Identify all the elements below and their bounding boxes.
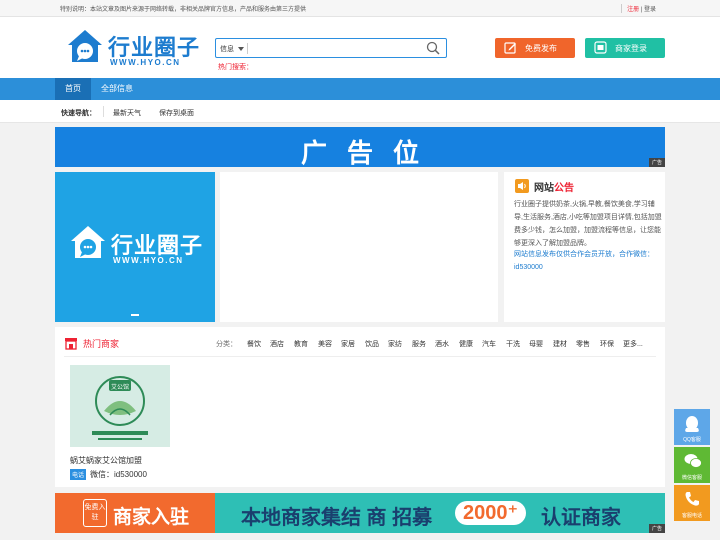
merchant-logo-image bbox=[92, 376, 148, 440]
house-logo-icon bbox=[68, 30, 102, 62]
category-item[interactable]: 环保 bbox=[600, 339, 614, 349]
image-slider[interactable]: 行业圈子 WWW.HYO.CN bbox=[55, 172, 215, 322]
phone-service-button[interactable]: 客服电话 bbox=[674, 485, 710, 521]
category-item[interactable]: 美容 bbox=[318, 339, 332, 349]
search-input[interactable] bbox=[251, 41, 421, 55]
house-logo-icon bbox=[71, 226, 105, 258]
category-item[interactable]: 酒水 bbox=[435, 339, 449, 349]
main-nav: 首页 全部信息 bbox=[0, 78, 720, 100]
category-item[interactable]: 汽车 bbox=[482, 339, 496, 349]
site-notice-contact[interactable]: 网站信息发布仅供合作会员开放，合作微信：id530000 bbox=[514, 248, 662, 274]
site-notice-title-a: 网站 bbox=[534, 183, 554, 194]
category-item[interactable]: 建材 bbox=[553, 339, 567, 349]
free-join-badge: 免费入驻 bbox=[83, 499, 107, 527]
merchant-phone-badge: 电话 bbox=[70, 469, 87, 480]
account-links-separator: | bbox=[640, 7, 643, 13]
category-item[interactable]: 餐饮 bbox=[247, 339, 261, 349]
category-item[interactable]: 母婴 bbox=[529, 339, 543, 349]
qq-service-label: QQ客服 bbox=[683, 437, 701, 443]
wechat-service-button[interactable]: 微信客服 bbox=[674, 447, 710, 483]
shop-icon bbox=[65, 338, 77, 350]
section-divider bbox=[64, 356, 656, 357]
search-category-select[interactable]: 信息 bbox=[220, 44, 234, 54]
quick-nav: 快速导航： 最新天气 保存到桌面 bbox=[0, 100, 720, 123]
join-banner-end: 认证商家 bbox=[541, 507, 621, 529]
slider-indicator[interactable] bbox=[131, 314, 139, 316]
category-item[interactable]: 教育 bbox=[294, 339, 308, 349]
merchant-image-sign: 艾公馆 bbox=[110, 385, 129, 391]
category-item[interactable]: 饮品 bbox=[365, 339, 379, 349]
site-header: 行业圈子 WWW.HYO.CN 信息 热门搜索： 免费发布 商家登录 bbox=[0, 17, 720, 78]
category-item[interactable]: 零售 bbox=[576, 339, 590, 349]
ad-banner-text: 广告位 bbox=[300, 138, 439, 168]
hot-search-label: 热门搜索： bbox=[218, 64, 253, 71]
nav-home[interactable]: 首页 bbox=[55, 78, 91, 100]
wechat-icon bbox=[684, 454, 702, 468]
topbar-inner: 特别说明：本站文章及图片来源于网络转载，非相关品牌官方信息，产品和服务由第三方提… bbox=[55, 0, 665, 17]
merchant-join-banner[interactable]: 免费入驻 商家入驻 本地商家集结 商 招募 2000⁺ 认证商家 广告 bbox=[55, 493, 665, 533]
merchant-card-image[interactable]: 艾公馆 bbox=[70, 365, 170, 447]
join-banner-number: 2000⁺ bbox=[455, 501, 527, 525]
ad-banner[interactable]: 广告位 广告 bbox=[55, 127, 665, 168]
free-publish-label: 免费发布 bbox=[525, 44, 557, 53]
account-links: 注册 | 登录 bbox=[621, 4, 656, 13]
hot-merchants-section: 热门商家 分类： 餐饮 酒店 教育 美容 家居 饮品 家纺 服务 酒水 健康 汽… bbox=[55, 327, 665, 487]
category-more[interactable]: 更多... bbox=[623, 339, 643, 349]
search-icon[interactable] bbox=[426, 41, 440, 55]
search-box: 信息 bbox=[215, 38, 447, 58]
phone-icon bbox=[685, 492, 699, 506]
speaker-icon bbox=[515, 179, 529, 193]
join-banner-left: 免费入驻 商家入驻 bbox=[55, 493, 215, 533]
login-link[interactable]: 登录 bbox=[644, 7, 656, 13]
ad-tag: 广告 bbox=[648, 524, 665, 533]
category-item[interactable]: 酒店 bbox=[270, 339, 284, 349]
site-notice-title-b: 公告 bbox=[554, 183, 574, 194]
merchant-join-text: 商家入驻 bbox=[113, 507, 190, 528]
nav-all-info[interactable]: 全部信息 bbox=[91, 78, 143, 100]
quick-nav-title: 快速导航： bbox=[61, 110, 96, 117]
merchant-login-button[interactable]: 商家登录 bbox=[585, 38, 665, 58]
quick-link-save-desktop[interactable]: 保存到桌面 bbox=[159, 108, 194, 118]
qq-icon bbox=[685, 416, 699, 432]
ad-tag: 广告 bbox=[648, 158, 665, 167]
category-label: 分类： bbox=[216, 341, 237, 348]
merchant-card-name[interactable]: 蜗艾蜗家艾公馆加盟 bbox=[70, 455, 142, 466]
hot-merchants-title: 热门商家 bbox=[83, 339, 120, 349]
wechat-service-label: 微信客服 bbox=[681, 475, 702, 481]
register-link[interactable]: 注册 bbox=[627, 7, 639, 13]
slider-url: WWW.HYO.CN bbox=[113, 256, 184, 265]
qq-service-button[interactable]: QQ客服 bbox=[674, 409, 710, 445]
phone-service-label: 客服电话 bbox=[681, 513, 702, 519]
category-item[interactable]: 干洗 bbox=[506, 339, 520, 349]
merchant-icon bbox=[594, 41, 607, 54]
site-notice-body: 行业圈子提供奶茶,火锅,早教,餐饮美食,学习辅导,生活服务,酒店,小吃等加盟项目… bbox=[514, 201, 662, 247]
category-item[interactable]: 服务 bbox=[412, 339, 426, 349]
site-logo[interactable]: 行业圈子 WWW.HYO.CN bbox=[66, 28, 199, 70]
merchant-login-label: 商家登录 bbox=[615, 44, 647, 53]
brand-url: WWW.HYO.CN bbox=[110, 58, 181, 67]
slider-logo: 行业圈子 WWW.HYO.CN bbox=[69, 224, 202, 265]
disclaimer-text: 特别说明：本站文章及图片来源于网络转载，非相关品牌官方信息，产品和服务由第三方提… bbox=[60, 7, 307, 13]
site-notice-title: 网站公告 bbox=[534, 179, 574, 194]
chevron-down-icon[interactable] bbox=[238, 47, 244, 51]
merchant-wechat: 微信：id530000 bbox=[90, 470, 147, 479]
free-publish-button[interactable]: 免费发布 bbox=[495, 38, 575, 58]
site-notice-panel: 网站公告 行业圈子提供奶茶,火锅,早教,餐饮美食,学习辅导,生活服务,酒店,小吃… bbox=[504, 172, 665, 322]
category-item[interactable]: 家纺 bbox=[388, 339, 402, 349]
quick-link-weather[interactable]: 最新天气 bbox=[113, 108, 141, 118]
search-divider bbox=[247, 43, 248, 54]
category-item[interactable]: 健康 bbox=[459, 339, 473, 349]
edit-icon bbox=[504, 42, 516, 54]
center-content-area bbox=[220, 172, 498, 322]
join-banner-slogan: 本地商家集结 商 招募 bbox=[241, 507, 433, 529]
top-notice-bar: 特别说明：本站文章及图片来源于网络转载，非相关品牌官方信息，产品和服务由第三方提… bbox=[0, 0, 720, 17]
quick-nav-divider bbox=[103, 106, 104, 117]
category-item[interactable]: 家居 bbox=[341, 339, 355, 349]
